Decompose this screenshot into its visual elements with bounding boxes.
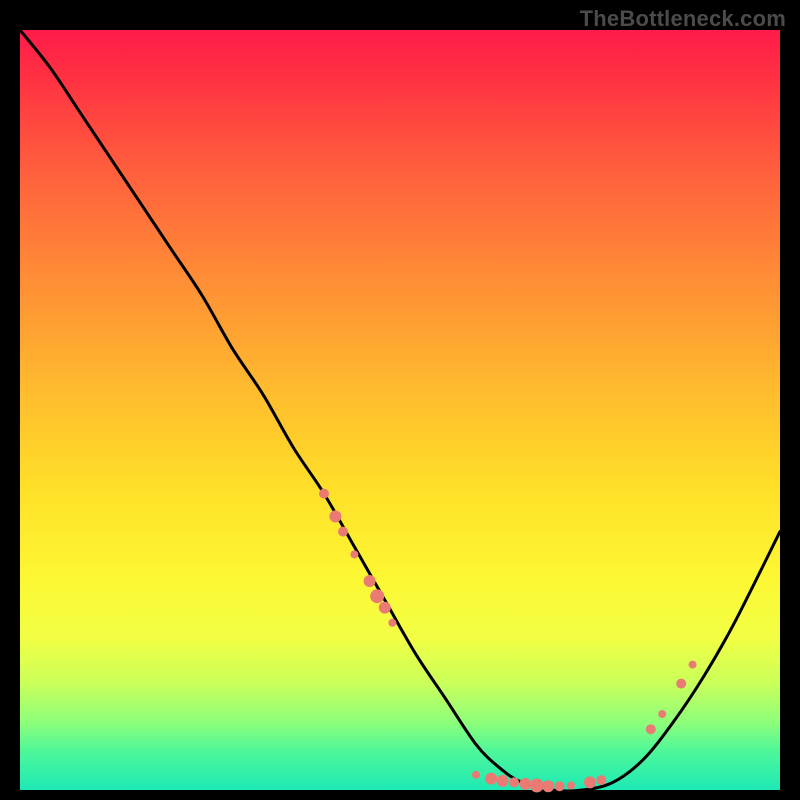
marker-point (388, 619, 396, 627)
marker-point (542, 780, 554, 792)
marker-point (567, 781, 575, 789)
marker-point (596, 775, 606, 785)
marker-point (497, 775, 509, 787)
marker-point (555, 781, 565, 791)
bottleneck-curve (20, 30, 780, 791)
marker-point (519, 778, 531, 790)
marker-point (509, 777, 519, 787)
marker-point (379, 602, 391, 614)
chart-container: TheBottleneck.com (0, 0, 800, 800)
marker-point (676, 679, 686, 689)
marker-point (472, 771, 480, 779)
chart-svg (20, 30, 780, 790)
plot-area (20, 30, 780, 790)
marker-point (350, 550, 358, 558)
marker-group (319, 489, 697, 793)
marker-point (689, 661, 697, 669)
marker-point (329, 510, 341, 522)
watermark-text: TheBottleneck.com (580, 6, 786, 32)
marker-point (364, 575, 376, 587)
marker-point (646, 724, 656, 734)
marker-point (530, 778, 544, 792)
marker-point (338, 527, 348, 537)
marker-point (370, 589, 384, 603)
marker-point (485, 773, 497, 785)
marker-point (584, 776, 596, 788)
marker-point (658, 710, 666, 718)
marker-point (319, 489, 329, 499)
